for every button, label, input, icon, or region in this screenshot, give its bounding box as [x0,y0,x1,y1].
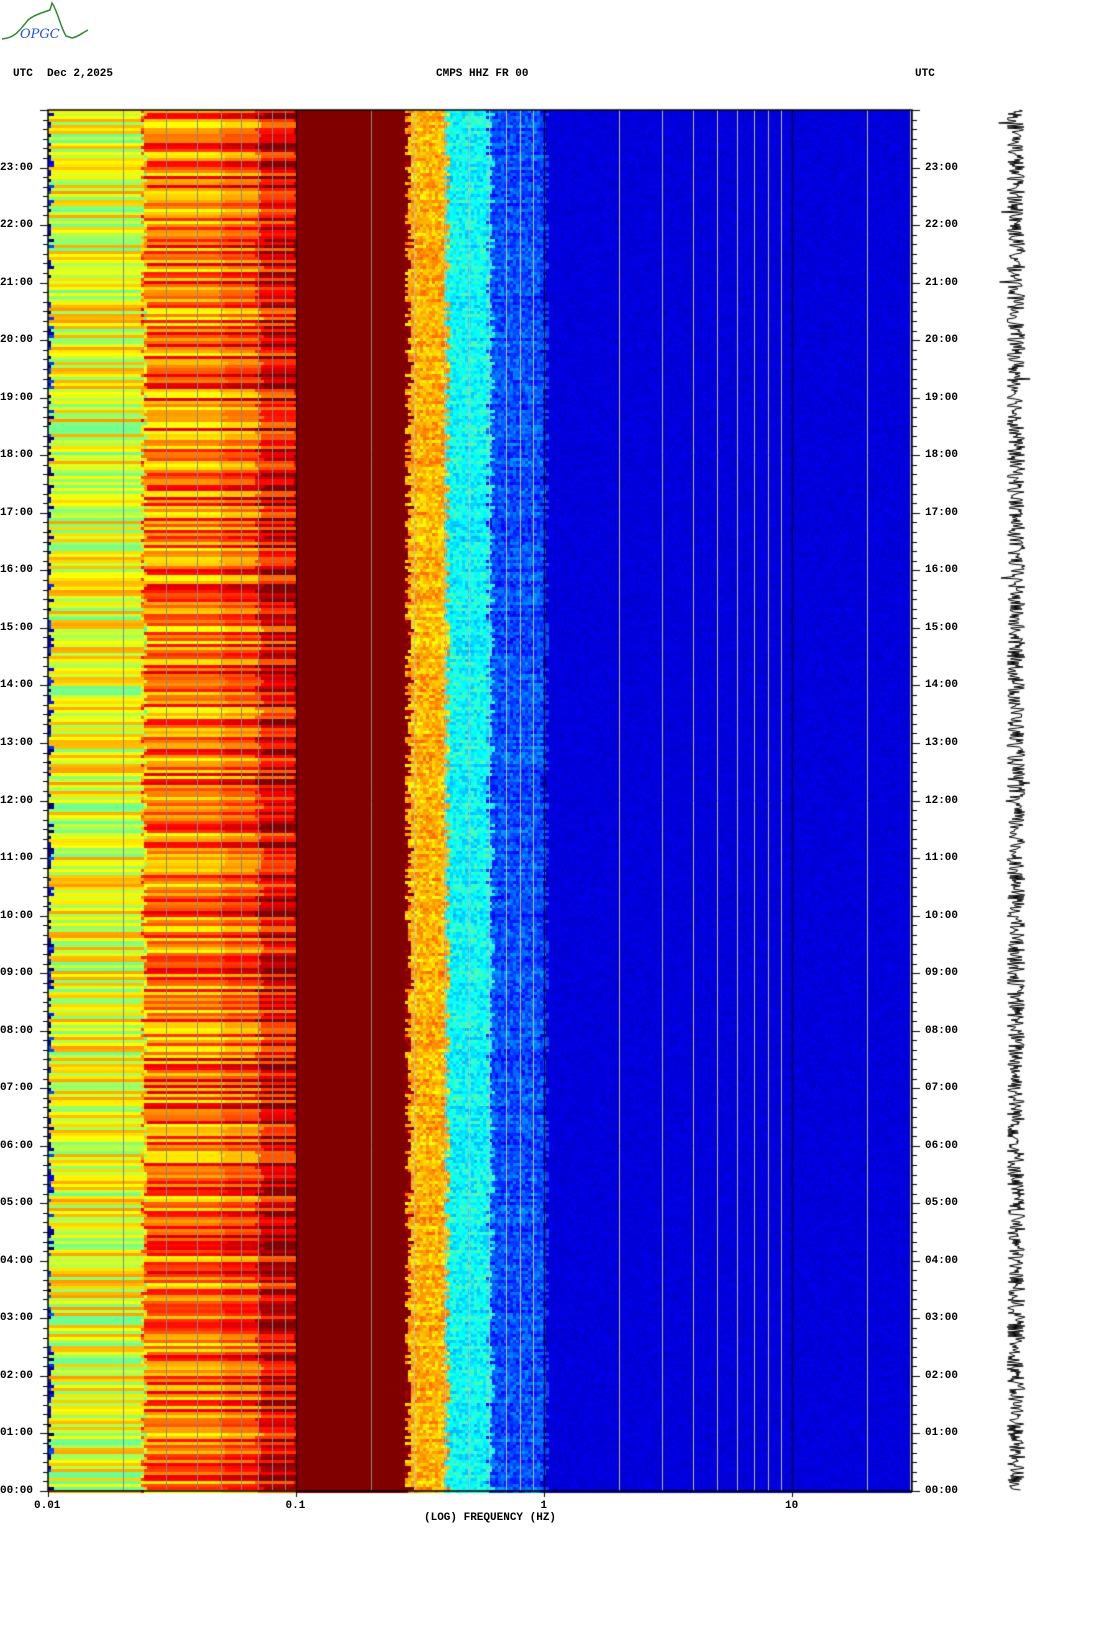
spectrogram-canvas [0,0,1102,1634]
y-tick-label-right: 08:00 [925,1024,959,1037]
left-timezone-label: UTC [13,68,33,80]
y-tick-label-right: 18:00 [925,449,959,462]
svg-text:OPGC: OPGC [20,27,60,42]
y-tick-label-right: 12:00 [925,794,959,807]
y-tick-label-left: 07:00 [0,1082,34,1095]
y-tick-label-right: 22:00 [925,219,959,232]
y-tick-label-left: 14:00 [0,679,34,692]
y-tick-label-left: 04:00 [0,1254,34,1267]
y-tick-label-left: 23:00 [0,161,34,174]
right-timezone-label: UTC [915,68,935,80]
y-tick-label-right: 00:00 [925,1485,959,1497]
y-tick-label-right: 01:00 [925,1427,959,1440]
y-tick-label-left: 15:00 [0,621,34,634]
y-tick-label-left: 06:00 [0,1139,34,1152]
y-tick-label-right: 05:00 [925,1197,959,1210]
y-tick-label-right: 23:00 [925,161,959,174]
y-tick-label-left: 22:00 [0,219,34,232]
y-tick-label-left: 19:00 [0,391,34,404]
opgc-logo: OPGC [1,1,89,42]
y-tick-label-left: 12:00 [0,794,34,807]
y-tick-label-right: 10:00 [925,909,959,922]
y-tick-label-left: 10:00 [0,909,34,922]
y-tick-label-left: 01:00 [0,1427,34,1440]
station-title: CMPS HHZ FR 00 [436,68,529,80]
y-tick-label-right: 02:00 [925,1369,959,1382]
y-tick-label-right: 04:00 [925,1254,959,1267]
x-tick-label: 0.1 [285,1500,306,1512]
y-tick-label-right: 16:00 [925,564,959,577]
y-tick-label-left: 21:00 [0,276,34,289]
y-tick-label-right: 19:00 [925,391,959,404]
x-tick-label: 10 [785,1500,799,1512]
y-tick-label-right: 21:00 [925,276,959,289]
x-tick-label: 1 [540,1500,548,1512]
x-axis-label: (LOG) FREQUENCY (HZ) [424,1512,557,1524]
x-tick-label: 0.01 [34,1500,61,1512]
y-tick-label-right: 03:00 [925,1312,959,1325]
y-tick-label-left: 13:00 [0,736,34,749]
y-tick-label-left: 02:00 [0,1369,34,1382]
date-label: Dec 2,2025 [47,68,114,80]
y-tick-label-left: 20:00 [0,334,34,347]
y-tick-label-right: 06:00 [925,1139,959,1152]
y-tick-label-left: 17:00 [0,506,34,519]
y-tick-label-left: 00:00 [0,1485,34,1497]
y-tick-label-right: 09:00 [925,967,959,980]
y-tick-label-left: 08:00 [0,1024,34,1037]
y-tick-label-left: 05:00 [0,1197,34,1210]
y-tick-label-left: 11:00 [0,852,34,865]
y-tick-label-right: 14:00 [925,679,959,692]
y-tick-label-left: 16:00 [0,564,34,577]
y-tick-label-right: 13:00 [925,736,959,749]
y-tick-label-right: 07:00 [925,1082,959,1095]
y-tick-label-left: 18:00 [0,449,34,462]
y-tick-label-right: 15:00 [925,621,959,634]
y-tick-label-right: 11:00 [925,852,959,865]
y-tick-label-right: 20:00 [925,334,959,347]
y-tick-label-left: 03:00 [0,1312,34,1325]
y-tick-label-left: 09:00 [0,967,34,980]
y-tick-label-right: 17:00 [925,506,959,519]
